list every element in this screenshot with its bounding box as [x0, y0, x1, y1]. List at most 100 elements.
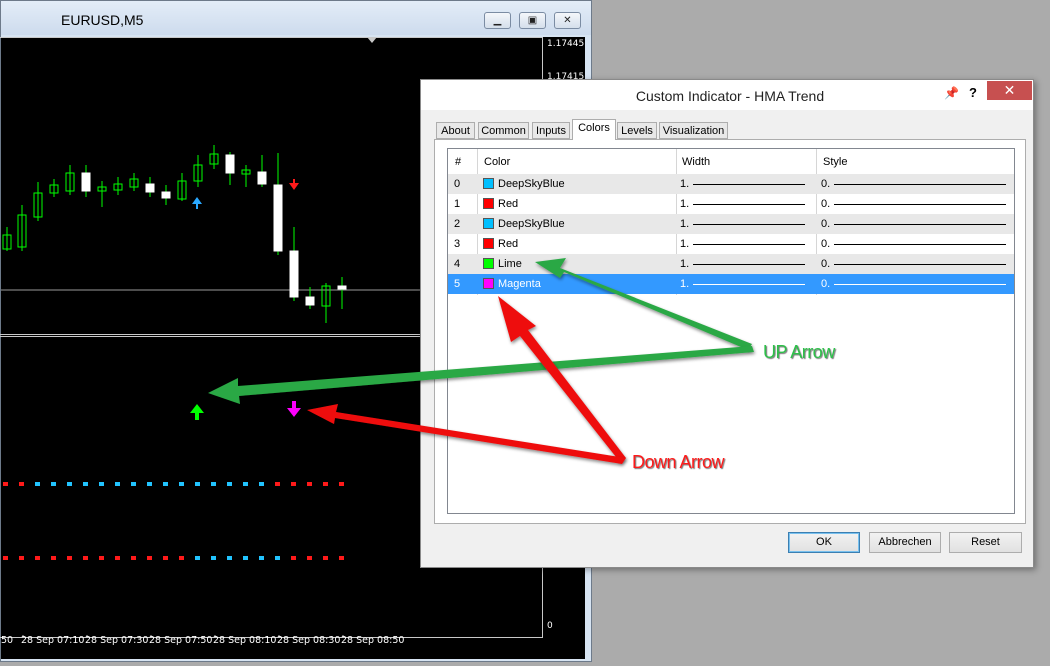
close-icon: ✕ [1003, 82, 1016, 98]
close-button[interactable]: ✕ [554, 12, 581, 29]
minimize-button[interactable]: ▁ [484, 12, 511, 29]
candle [225, 154, 235, 174]
chart-up-arrow-icon [192, 197, 202, 209]
price-label: 1.17445 [547, 39, 585, 49]
magenta-down-arrow-icon [287, 401, 301, 417]
tab-about[interactable]: About [436, 122, 475, 139]
candle [81, 172, 91, 192]
row-num: 1 [454, 198, 461, 210]
style-value[interactable]: 0. [821, 174, 830, 194]
width-value[interactable]: 1. [680, 194, 689, 214]
restore-icon: ▣ [527, 15, 538, 26]
time-label: 28 Sep 08:30 [277, 635, 341, 646]
width-value[interactable]: 1. [680, 274, 689, 294]
minimize-icon: ▁ [493, 15, 502, 26]
style-line-preview [834, 204, 1006, 205]
chart-title: EURUSD,M5 [61, 12, 144, 28]
width-line-preview [693, 244, 805, 245]
width-line-preview [693, 184, 805, 185]
color-swatch[interactable] [483, 218, 494, 229]
trend-dots-upper [3, 482, 344, 486]
candle [257, 171, 267, 185]
header-width[interactable]: Width [682, 149, 710, 174]
color-swatch[interactable] [483, 278, 494, 289]
width-value[interactable]: 1. [680, 174, 689, 194]
candle [273, 184, 283, 252]
candle [305, 296, 315, 306]
colors-table[interactable]: # Color Width Style 0 DeepSkyBlue 1. 0. … [447, 148, 1015, 514]
chart-down-arrow-icon [289, 179, 299, 190]
up-arrow-callout: UP Arrow [763, 342, 835, 362]
colors-tab-panel: # Color Width Style 0 DeepSkyBlue 1. 0. … [434, 139, 1026, 524]
color-swatch[interactable] [483, 238, 494, 249]
candle [145, 183, 155, 193]
time-label: 28 Sep 08:10 [213, 635, 277, 646]
dialog-close-button[interactable]: ✕ [987, 81, 1032, 100]
color-swatch[interactable] [483, 178, 494, 189]
help-button[interactable]: ? [969, 85, 977, 100]
color-name[interactable]: DeepSkyBlue [498, 174, 565, 194]
time-label: 50 [1, 635, 14, 646]
time-label: 28 Sep 07:30 [85, 635, 149, 646]
row-num: 3 [454, 238, 461, 250]
width-value[interactable]: 1. [680, 214, 689, 234]
color-row[interactable]: 3 Red 1. 0. [448, 234, 1014, 254]
header-style[interactable]: Style [823, 149, 847, 174]
style-line-preview [834, 224, 1006, 225]
style-line-preview [834, 264, 1006, 265]
row-num: 2 [454, 218, 461, 230]
width-value[interactable]: 1. [680, 234, 689, 254]
style-value[interactable]: 0. [821, 274, 830, 294]
pin-icon[interactable]: 📌 [944, 86, 959, 100]
time-label: 28 Sep 08:50 [341, 635, 405, 646]
color-name[interactable]: Red [498, 194, 518, 214]
color-name[interactable]: DeepSkyBlue [498, 214, 565, 234]
dialog-titlebar[interactable]: Custom Indicator - HMA Trend 📌 ? ✕ [421, 80, 1033, 110]
width-line-preview [693, 224, 805, 225]
indicator-zero-label: 0 [547, 621, 553, 631]
width-value[interactable]: 1. [680, 254, 689, 274]
style-value[interactable]: 0. [821, 214, 830, 234]
tab-levels[interactable]: Levels [617, 122, 657, 139]
color-name[interactable]: Magenta [498, 274, 541, 294]
color-swatch[interactable] [483, 198, 494, 209]
time-label: 28 Sep 07:10 [21, 635, 85, 646]
candle [161, 191, 171, 199]
lime-up-arrow-icon [190, 404, 204, 420]
row-num: 5 [454, 278, 461, 290]
trend-dots-lower [3, 556, 344, 560]
tab-visualization[interactable]: Visualization [659, 122, 728, 139]
color-row[interactable]: 2 DeepSkyBlue 1. 0. [448, 214, 1014, 234]
header-color[interactable]: Color [484, 149, 510, 174]
color-row[interactable]: 0 DeepSkyBlue 1. 0. [448, 174, 1014, 194]
chart-shift-marker [367, 37, 377, 43]
restore-button[interactable]: ▣ [519, 12, 546, 29]
candle [337, 285, 347, 290]
color-name[interactable]: Red [498, 234, 518, 254]
candle [289, 250, 299, 298]
color-swatch[interactable] [483, 258, 494, 269]
header-num[interactable]: # [455, 149, 461, 174]
color-row[interactable]: 4 Lime 1. 0. [448, 254, 1014, 274]
row-num: 0 [454, 178, 461, 190]
style-value[interactable]: 0. [821, 194, 830, 214]
ok-button[interactable]: OK [788, 532, 860, 553]
color-name[interactable]: Lime [498, 254, 522, 274]
style-value[interactable]: 0. [821, 234, 830, 254]
tab-common[interactable]: Common [478, 122, 529, 139]
chart-titlebar[interactable]: EURUSD,M5 ▁ ▣ ✕ [1, 1, 591, 35]
style-line-preview [834, 244, 1006, 245]
style-value[interactable]: 0. [821, 254, 830, 274]
tab-colors[interactable]: Colors [572, 119, 616, 140]
cancel-button[interactable]: Abbrechen [869, 532, 941, 553]
row-num: 4 [454, 258, 461, 270]
width-line-preview [693, 264, 805, 265]
color-row[interactable]: 1 Red 1. 0. [448, 194, 1014, 214]
time-label: 28 Sep 07:50 [149, 635, 213, 646]
tab-inputs[interactable]: Inputs [532, 122, 570, 139]
down-arrow-callout: Down Arrow [632, 452, 725, 472]
color-row-selected[interactable]: 5 Magenta 1. 0. [448, 274, 1014, 294]
candlesticks [2, 145, 347, 323]
custom-indicator-dialog: Custom Indicator - HMA Trend 📌 ? ✕ About… [420, 79, 1034, 568]
reset-button[interactable]: Reset [949, 532, 1022, 553]
